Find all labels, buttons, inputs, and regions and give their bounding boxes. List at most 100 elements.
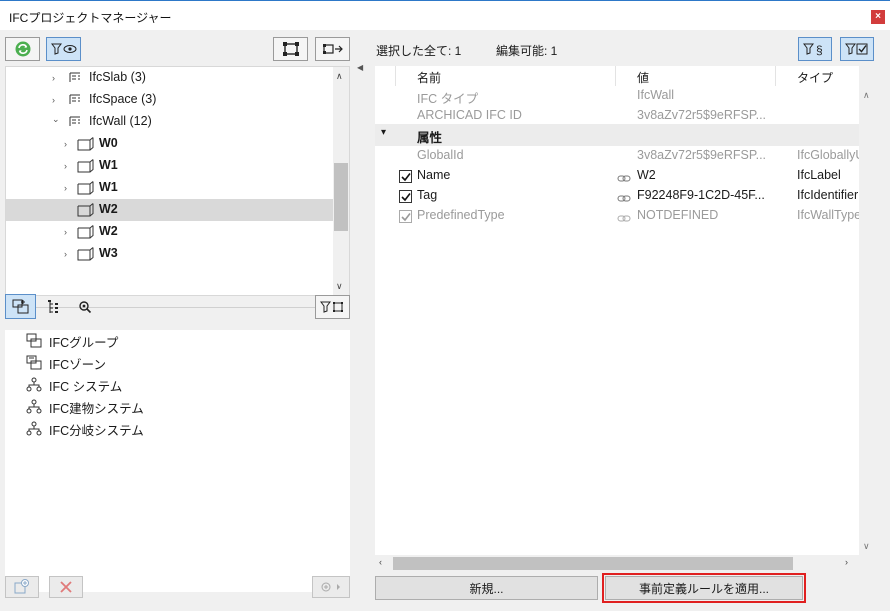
attr-type: IfcWallTypeEnum: [797, 208, 859, 222]
column-divider: [395, 66, 396, 86]
row-name: IFC タイプ: [417, 92, 479, 106]
attr-type: IfcIdentifier: [797, 188, 859, 202]
expand-chevron-icon[interactable]: ›: [64, 227, 67, 237]
tag-checkbox[interactable]: [399, 190, 412, 203]
expand-chevron-icon[interactable]: ›: [52, 95, 55, 105]
apply-predefined-rules-button[interactable]: 事前定義ルールを適用...: [602, 573, 806, 603]
move-node-icon: [322, 44, 343, 54]
tree-row-w2-selected[interactable]: W2: [6, 199, 334, 221]
selected-count: 選択した全て: 1: [376, 44, 462, 58]
scroll-thumb[interactable]: [393, 557, 793, 570]
structure-button[interactable]: [273, 37, 308, 61]
column-header-type[interactable]: タイプ: [797, 69, 833, 89]
row-name: ARCHICAD IFC ID: [417, 108, 522, 122]
tree-row-w1[interactable]: › W1: [6, 155, 334, 177]
scroll-thumb[interactable]: [334, 163, 348, 231]
vertical-splitter[interactable]: ◀: [356, 30, 364, 611]
filter-section-button[interactable]: §: [798, 37, 832, 61]
left-pane: › IfcSlab (3) › IfcSpace (3) ⌄ IfcWall (…: [0, 30, 356, 611]
new-button[interactable]: 新規...: [375, 576, 598, 600]
delete-group-button[interactable]: [49, 576, 83, 598]
section-attributes[interactable]: ▾ 属性: [375, 124, 859, 146]
expand-chevron-icon[interactable]: ›: [64, 183, 67, 193]
link-icon[interactable]: [617, 212, 631, 226]
link-icon[interactable]: [617, 192, 631, 206]
tree-row-w0[interactable]: › W0: [6, 133, 334, 155]
group-item-label: IFCゾーン: [49, 358, 107, 372]
section-collapse-icon[interactable]: ▾: [381, 127, 386, 138]
group-icon: [26, 333, 42, 348]
attr-value[interactable]: W2: [637, 168, 656, 182]
tree-scrollbar[interactable]: ∧ ∨: [333, 67, 349, 295]
attr-name: Tag: [417, 188, 438, 202]
link-group-button[interactable]: [312, 576, 350, 598]
property-horizontal-scrollbar[interactable]: ‹ ›: [375, 555, 859, 572]
tree-row-label: W1: [99, 158, 118, 172]
expand-chevron-icon[interactable]: ›: [64, 249, 67, 259]
wall-icon: [77, 225, 95, 242]
expand-chevron-icon[interactable]: ›: [64, 139, 67, 149]
name-checkbox[interactable]: [399, 170, 412, 183]
wall-icon: [77, 159, 95, 176]
tree-row-w2[interactable]: › W2: [6, 221, 334, 243]
scroll-up-icon[interactable]: ∧: [336, 71, 343, 82]
group-item-label: IFC分岐システム: [49, 424, 144, 438]
attr-value[interactable]: NOTDEFINED: [637, 208, 718, 222]
tree-row-label: IfcSlab (3): [89, 70, 146, 84]
group-list: IFCグループ IFCゾーン IFC システム IFC建物システム IFC分岐シ…: [5, 330, 350, 592]
groups-icon: [12, 299, 28, 313]
column-divider[interactable]: [775, 66, 776, 86]
property-vertical-scrollbar[interactable]: ∧ ∨: [859, 66, 876, 572]
tree-row-ifcwall[interactable]: ⌄ IfcWall (12): [6, 111, 334, 133]
scroll-down-icon[interactable]: ∨: [336, 281, 343, 292]
tree-row-label: W1: [99, 180, 118, 194]
tree-row-w3[interactable]: › W3: [6, 243, 334, 265]
attr-type: IfcLabel: [797, 168, 841, 182]
scroll-up-icon[interactable]: ∧: [863, 90, 870, 101]
scroll-down-icon[interactable]: ∨: [863, 541, 870, 552]
search-tab-button[interactable]: [72, 294, 98, 319]
attr-name: PredefinedType: [417, 208, 505, 222]
column-header-value[interactable]: 値: [637, 69, 649, 89]
row-value: IfcWall: [637, 88, 675, 102]
link-icon: [321, 582, 340, 592]
predefinedtype-checkbox[interactable]: [399, 210, 412, 223]
tree-row-label: IfcSpace (3): [89, 92, 157, 106]
ifc-type-icon: [68, 71, 82, 87]
scroll-right-icon[interactable]: ›: [845, 557, 848, 567]
right-pane: 選択した全て: 1 編集可能: 1 § 名前 値 タイプ IFC タイプ Ifc…: [364, 30, 890, 611]
filter-view-button[interactable]: [46, 37, 81, 61]
search-icon: [79, 300, 92, 313]
group-filter-button[interactable]: [315, 295, 350, 319]
column-header-name[interactable]: 名前: [417, 69, 441, 89]
hierarchy-icon: [48, 299, 58, 313]
filter-checked-button[interactable]: [840, 37, 874, 61]
hierarchy-tab-button[interactable]: [41, 294, 67, 319]
tree-row-ifcslab[interactable]: › IfcSlab (3): [6, 67, 334, 89]
expand-chevron-icon[interactable]: ›: [52, 73, 55, 83]
filter-eye-icon: [50, 43, 76, 55]
add-group-button[interactable]: [5, 576, 39, 598]
groups-tab-button[interactable]: [5, 294, 36, 319]
attr-name: GlobalId: [417, 148, 464, 162]
splitter-collapse-icon[interactable]: ◀: [357, 63, 363, 72]
tree-row-w1[interactable]: › W1: [6, 177, 334, 199]
distribution-system-icon: [26, 421, 42, 436]
column-divider[interactable]: [615, 66, 616, 86]
editable-count: 編集可能: 1: [496, 44, 558, 58]
collapse-chevron-icon[interactable]: ⌄: [52, 114, 60, 125]
link-icon[interactable]: [617, 172, 631, 186]
ifc-type-icon: [68, 93, 82, 109]
attr-value[interactable]: F92248F9-1C2D-45F...: [637, 188, 777, 202]
attr-name: Name: [417, 168, 451, 182]
wall-icon: [77, 181, 95, 198]
refresh-button[interactable]: [5, 37, 40, 61]
tree-row-label: W2: [99, 202, 118, 216]
move-node-button[interactable]: [315, 37, 350, 61]
expand-chevron-icon[interactable]: ›: [64, 161, 67, 171]
close-button[interactable]: ×: [871, 10, 885, 24]
wall-icon: [77, 247, 95, 264]
delete-icon: [60, 581, 72, 593]
tree-row-ifcspace[interactable]: › IfcSpace (3): [6, 89, 334, 111]
scroll-left-icon[interactable]: ‹: [379, 557, 382, 567]
